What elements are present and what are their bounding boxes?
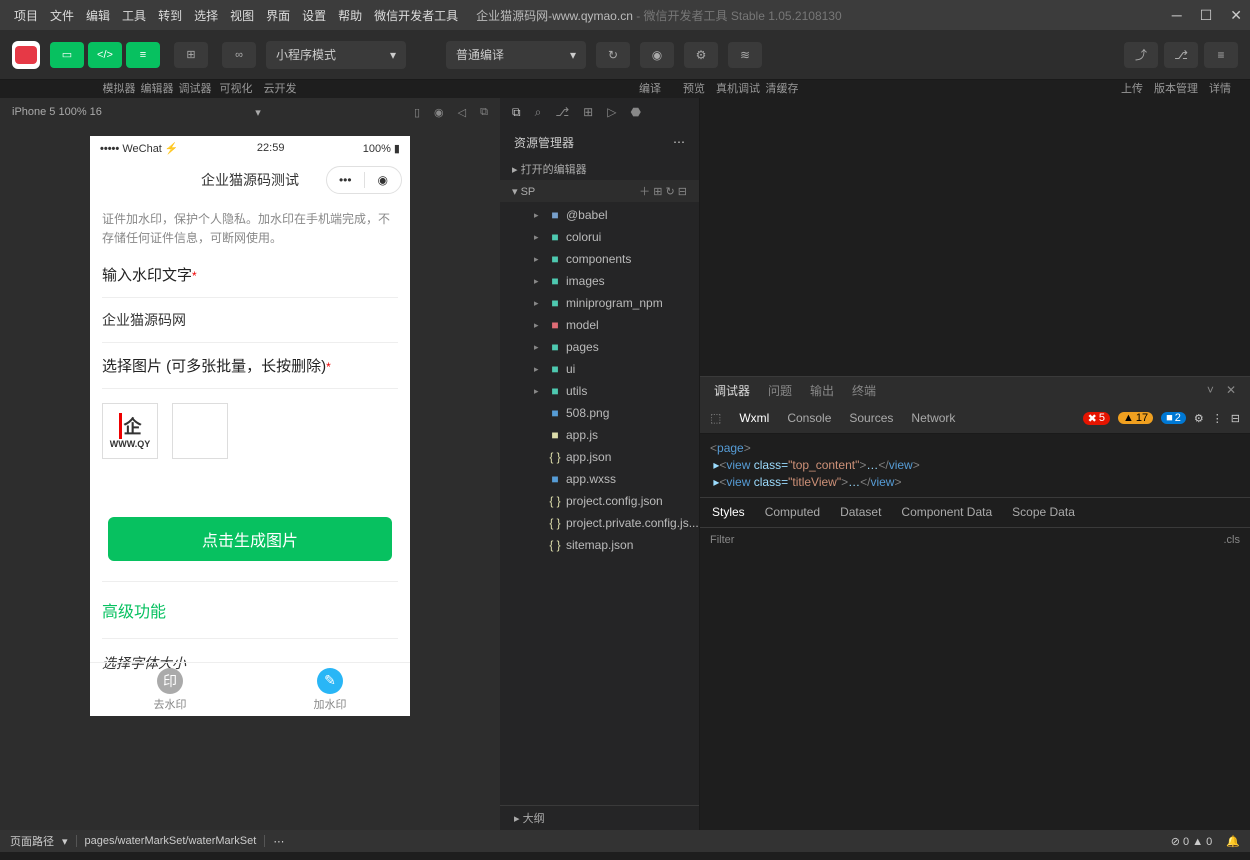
panel-终端[interactable]: 终端 [852, 382, 876, 399]
tab-去水印[interactable]: 印去水印 [90, 663, 250, 716]
close-icon[interactable]: ✕ [1230, 7, 1242, 24]
inspect-icon[interactable]: ⬚ [710, 411, 721, 425]
styletab-Component Data[interactable]: Component Data [901, 505, 992, 519]
minimize-icon[interactable]: ─ [1172, 7, 1182, 24]
device-label[interactable]: iPhone 5 100% 16 [12, 106, 102, 118]
filter-input[interactable]: Filter [710, 534, 734, 546]
watermark-text[interactable]: 企业猫源码网 [90, 304, 410, 336]
file-model[interactable]: ▸■model [500, 314, 699, 336]
panel-问题[interactable]: 问题 [768, 382, 792, 399]
debugger-button[interactable]: ≡ [126, 42, 160, 68]
clear-cache-button[interactable]: ≋ [728, 42, 762, 68]
file-project.config.json[interactable]: { }project.config.json [500, 490, 699, 512]
menu-微信开发者工具[interactable]: 微信开发者工具 [368, 7, 464, 24]
file-app.json[interactable]: { }app.json [500, 446, 699, 468]
window-title: 企业猫源码网-www.qymao.cn - 微信开发者工具 Stable 1.0… [476, 7, 841, 24]
cloud-button[interactable]: ∞ [222, 42, 256, 68]
menu-转到[interactable]: 转到 [152, 7, 188, 24]
file-ui[interactable]: ▸■ui [500, 358, 699, 380]
generate-button[interactable]: 点击生成图片 [108, 517, 392, 561]
menu-选择[interactable]: 选择 [188, 7, 224, 24]
styletab-Styles[interactable]: Styles [712, 505, 745, 519]
page-title: 企业猫源码测试 [201, 170, 299, 190]
styletab-Computed[interactable]: Computed [765, 505, 820, 519]
wxml-tree[interactable]: <page> ▸<view class="top_content">…</vie… [700, 434, 1250, 497]
file-project.private.config.js...[interactable]: { }project.private.config.js... [500, 512, 699, 534]
capsule[interactable]: •••◉ [326, 166, 402, 194]
preview-button[interactable]: ◉ [640, 42, 674, 68]
ext-icon[interactable]: ⊞ [583, 105, 593, 119]
file-images[interactable]: ▸■images [500, 270, 699, 292]
toolbar: ▭</>≡ ⊞ ∞ 小程序模式▾ 普通编译▾ ↻ ◉ ⚙ ≋ ⤴ ⎇ ≡ [0, 30, 1250, 80]
git-icon[interactable]: ⎇ [555, 105, 569, 119]
version-button[interactable]: ⎇ [1164, 42, 1198, 68]
simulator-button[interactable]: ▭ [50, 42, 84, 68]
menu-帮助[interactable]: 帮助 [332, 7, 368, 24]
file-508.png[interactable]: ■508.png [500, 402, 699, 424]
tab-network[interactable]: Network [911, 411, 955, 425]
phone-icon[interactable]: ▯ [414, 106, 420, 119]
upload-button[interactable]: ⤴ [1124, 42, 1158, 68]
styletab-Scope Data[interactable]: Scope Data [1012, 505, 1075, 519]
menu-界面[interactable]: 界面 [260, 7, 296, 24]
panel-输出[interactable]: 输出 [810, 382, 834, 399]
compile-button[interactable]: ↻ [596, 42, 630, 68]
menu-工具[interactable]: 工具 [116, 7, 152, 24]
menu-编辑[interactable]: 编辑 [80, 7, 116, 24]
editor-button[interactable]: </> [88, 42, 122, 68]
file-@babel[interactable]: ▸■@babel [500, 204, 699, 226]
explorer-title: 资源管理器 [514, 134, 574, 151]
close-panel-icon[interactable]: ✕ [1226, 383, 1236, 397]
add-image[interactable] [172, 403, 228, 459]
details-button[interactable]: ≡ [1204, 42, 1238, 68]
search-icon[interactable]: ⌕ [535, 105, 542, 120]
device-debug-button[interactable]: ⚙ [684, 42, 718, 68]
tab-wxml[interactable]: Wxml [739, 411, 769, 425]
advanced-label: 高级功能 [90, 588, 410, 632]
mute-icon[interactable]: ◁ [458, 106, 466, 119]
file-components[interactable]: ▸■components [500, 248, 699, 270]
file-sitemap.json[interactable]: { }sitemap.json [500, 534, 699, 556]
explorer-icon[interactable]: ⧉ [512, 105, 521, 120]
file-pages[interactable]: ▸■pages [500, 336, 699, 358]
image-thumb[interactable]: 企WWW.QY [102, 403, 158, 459]
styletab-Dataset[interactable]: Dataset [840, 505, 881, 519]
file-utils[interactable]: ▸■utils [500, 380, 699, 402]
menu: 项目文件编辑工具转到选择视图界面设置帮助微信开发者工具 [8, 7, 464, 24]
tab-sources[interactable]: Sources [849, 411, 893, 425]
file-app.wxss[interactable]: ■app.wxss [500, 468, 699, 490]
menu-视图[interactable]: 视图 [224, 7, 260, 24]
gear-icon[interactable]: ⚙ [1194, 412, 1204, 425]
file-app.js[interactable]: ■app.js [500, 424, 699, 446]
compile-select[interactable]: 普通编译▾ [446, 41, 586, 69]
app-logo [12, 41, 40, 69]
menu-项目[interactable]: 项目 [8, 7, 44, 24]
simulator: ••••• WeChat ⚡ 22:59 100% ▮ 企业猫源码测试 •••◉… [90, 136, 410, 716]
menu-文件[interactable]: 文件 [44, 7, 80, 24]
mode-select[interactable]: 小程序模式▾ [266, 41, 406, 69]
copy-icon[interactable]: ⧉ [480, 106, 488, 119]
file-colorui[interactable]: ▸■colorui [500, 226, 699, 248]
menu-设置[interactable]: 设置 [296, 7, 332, 24]
tab-加水印[interactable]: ✎加水印 [250, 663, 410, 716]
page-path[interactable]: pages/waterMarkSet/waterMarkSet [85, 835, 257, 847]
tab-console[interactable]: Console [787, 411, 831, 425]
record-icon[interactable]: ◉ [434, 106, 444, 119]
description: 证件加水印，保护个人隐私。加水印在手机端完成，不存储任何证件信息，可断网使用。 [90, 200, 410, 258]
bug-icon[interactable]: ⬣ [630, 105, 640, 119]
maximize-icon[interactable]: ☐ [1200, 7, 1213, 24]
visual-button[interactable]: ⊞ [174, 42, 208, 68]
titlebar: 项目文件编辑工具转到选择视图界面设置帮助微信开发者工具 企业猫源码网-www.q… [0, 0, 1250, 30]
run-icon[interactable]: ▷ [607, 105, 616, 119]
panel-调试器[interactable]: 调试器 [714, 382, 750, 399]
bell-icon[interactable]: 🔔 [1226, 835, 1240, 848]
statusbar: 页面路径 ▾ pages/waterMarkSet/waterMarkSet ⋯… [0, 830, 1250, 852]
file-miniprogram_npm[interactable]: ▸■miniprogram_npm [500, 292, 699, 314]
